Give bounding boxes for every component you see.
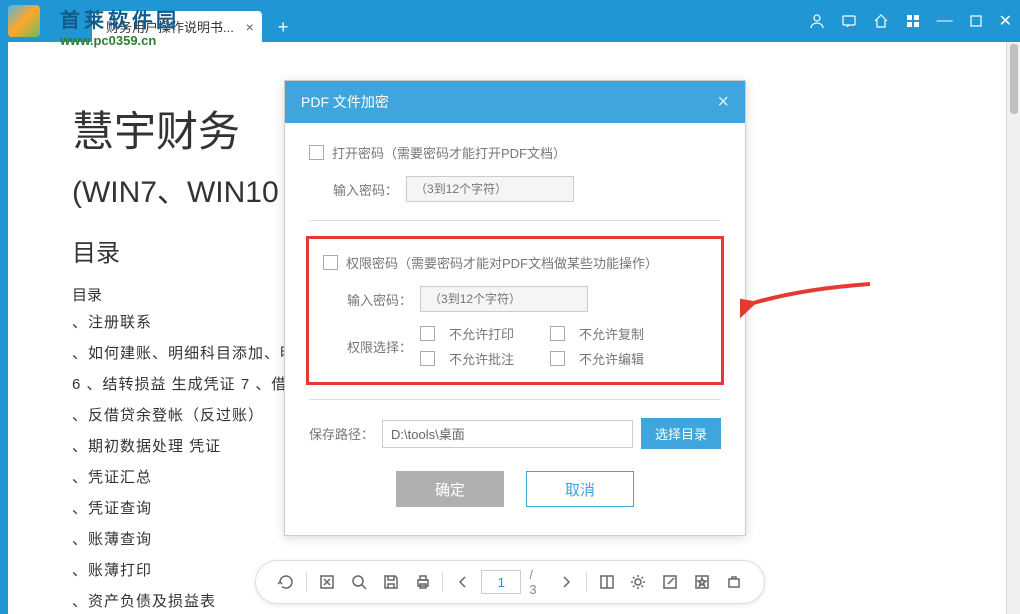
no-edit-checkbox[interactable] (550, 351, 565, 366)
pdf-encrypt-dialog: PDF 文件加密 × 打开密码（需要密码才能打开PDF文档） 输入密码： 权限密… (284, 80, 746, 536)
no-print-label: 不允许打印 (449, 324, 514, 343)
next-page-icon[interactable] (552, 568, 580, 596)
permission-password-label: 权限密码（需要密码才能对PDF文档做某些功能操作） (346, 253, 658, 272)
minimize-icon[interactable]: — (937, 11, 953, 31)
close-icon[interactable]: ✕ (999, 11, 1012, 31)
sidebar-strip (0, 42, 8, 614)
no-copy-checkbox[interactable] (550, 326, 565, 341)
browse-button[interactable]: 选择目录 (641, 418, 721, 449)
brand-name: 首莱软件园 (60, 4, 180, 33)
save-path-input[interactable] (382, 420, 633, 448)
tab-close-icon[interactable]: × (246, 19, 254, 35)
dialog-header: PDF 文件加密 × (285, 81, 745, 123)
new-tab-button[interactable]: + (270, 13, 297, 42)
input-password-label: 输入密码： (333, 180, 398, 199)
ok-button[interactable]: 确定 (396, 471, 504, 507)
brand-url: www.pc0359.cn (60, 33, 180, 48)
annotation-arrow (740, 274, 880, 329)
open-password-input[interactable] (406, 176, 574, 202)
dialog-title: PDF 文件加密 (301, 92, 389, 112)
chat-icon[interactable] (841, 11, 857, 31)
dialog-close-icon[interactable]: × (717, 91, 729, 114)
no-annotate-checkbox[interactable] (420, 351, 435, 366)
brightness-icon[interactable] (625, 568, 653, 596)
search-icon[interactable] (345, 568, 373, 596)
permission-password-checkbox[interactable] (323, 255, 338, 270)
user-icon[interactable] (809, 11, 825, 31)
vertical-scrollbar[interactable] (1006, 42, 1020, 614)
save-icon[interactable] (377, 568, 405, 596)
menu-icon[interactable] (905, 11, 921, 31)
bookmark-icon[interactable] (593, 568, 621, 596)
maximize-icon[interactable] (969, 11, 983, 31)
page-total: / 3 (529, 567, 543, 597)
site-brand: 首莱软件园 www.pc0359.cn (60, 4, 180, 48)
cancel-button[interactable]: 取消 (526, 471, 634, 507)
tools-icon[interactable] (720, 568, 748, 596)
star-icon[interactable] (688, 568, 716, 596)
permission-password-input[interactable] (420, 286, 588, 312)
no-edit-label: 不允许编辑 (579, 349, 644, 368)
prev-page-icon[interactable] (449, 568, 477, 596)
no-copy-label: 不允许复制 (579, 324, 644, 343)
page-number-input[interactable] (481, 570, 521, 594)
no-annotate-label: 不允许批注 (449, 349, 514, 368)
permission-select-label: 权限选择： (347, 337, 412, 356)
print-icon[interactable] (409, 568, 437, 596)
save-path-label: 保存路径： (309, 424, 374, 443)
input-password-label-2: 输入密码： (347, 290, 412, 309)
rotate-icon[interactable] (272, 568, 300, 596)
no-print-checkbox[interactable] (420, 326, 435, 341)
open-password-label: 打开密码（需要密码才能打开PDF文档） (332, 143, 566, 162)
edit-icon[interactable] (656, 568, 684, 596)
home-icon[interactable] (873, 11, 889, 31)
fit-width-icon[interactable] (313, 568, 341, 596)
open-password-checkbox[interactable] (309, 145, 324, 160)
bottom-toolbar: / 3 (255, 560, 765, 604)
permission-section-highlight: 权限密码（需要密码才能对PDF文档做某些功能操作） 输入密码： 权限选择： 不允… (306, 236, 724, 385)
title-bar: 首莱软件园 www.pc0359.cn 财务用户操作说明书... × + — ✕ (0, 0, 1020, 42)
scroll-thumb[interactable] (1010, 44, 1018, 114)
app-logo-icon (8, 5, 40, 37)
